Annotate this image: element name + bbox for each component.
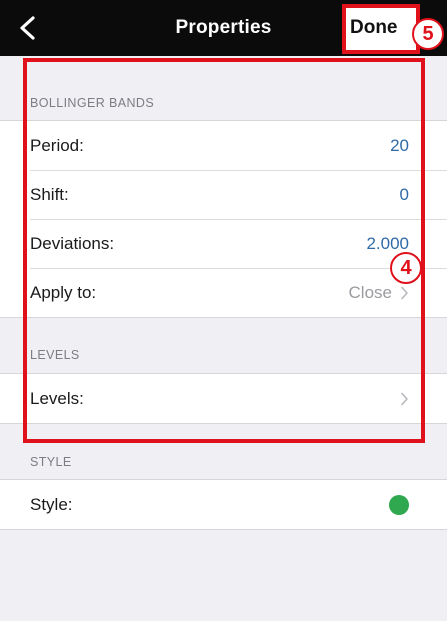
highlight-box-done: [342, 4, 420, 54]
callout-badge-5: 5: [412, 18, 444, 50]
style-label: Style:: [30, 494, 73, 514]
highlight-box-properties: [23, 58, 425, 443]
style-group: Style:: [0, 479, 447, 530]
callout-badge-4: 4: [390, 252, 422, 284]
style-color-swatch[interactable]: [389, 494, 409, 515]
style-row[interactable]: Style:: [0, 480, 447, 529]
properties-screen: Properties Done BOLLINGER BANDS Period: …: [0, 0, 447, 621]
section-header-style: STYLE: [30, 455, 72, 469]
